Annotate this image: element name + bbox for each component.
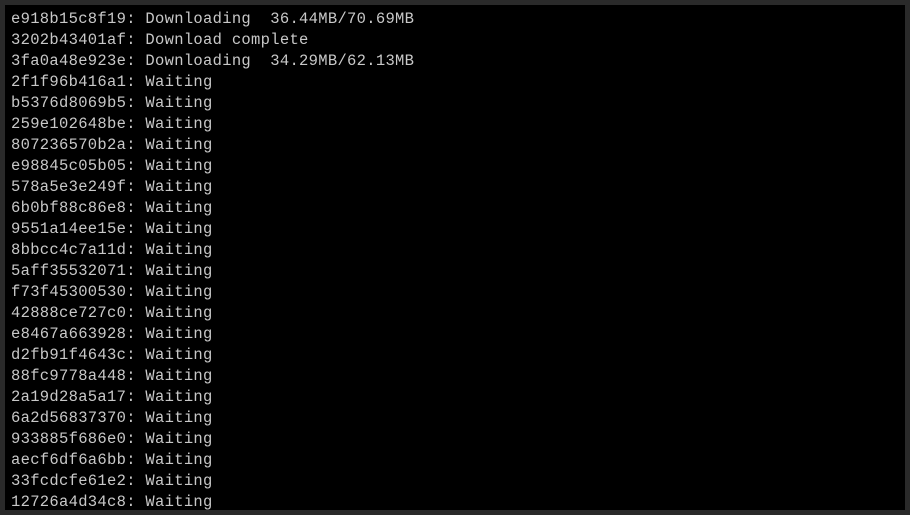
terminal-line: 33fcdcfe61e2: Waiting <box>11 471 899 492</box>
terminal-line: 2a19d28a5a17: Waiting <box>11 387 899 408</box>
terminal-line: 88fc9778a448: Waiting <box>11 366 899 387</box>
terminal-output: e918b15c8f19: Downloading 36.44MB/70.69M… <box>11 9 899 510</box>
terminal-line: e8467a663928: Waiting <box>11 324 899 345</box>
terminal-line: 8bbcc4c7a11d: Waiting <box>11 240 899 261</box>
terminal-line: 6a2d56837370: Waiting <box>11 408 899 429</box>
terminal-line: 3202b43401af: Download complete <box>11 30 899 51</box>
terminal-line: f73f45300530: Waiting <box>11 282 899 303</box>
terminal-line: 807236570b2a: Waiting <box>11 135 899 156</box>
terminal-line: b5376d8069b5: Waiting <box>11 93 899 114</box>
terminal-line: 6b0bf88c86e8: Waiting <box>11 198 899 219</box>
terminal-line: aecf6df6a6bb: Waiting <box>11 450 899 471</box>
terminal-line: e918b15c8f19: Downloading 36.44MB/70.69M… <box>11 9 899 30</box>
terminal-line: 9551a14ee15e: Waiting <box>11 219 899 240</box>
terminal-window[interactable]: e918b15c8f19: Downloading 36.44MB/70.69M… <box>5 5 905 510</box>
terminal-line: 933885f686e0: Waiting <box>11 429 899 450</box>
terminal-line: 578a5e3e249f: Waiting <box>11 177 899 198</box>
terminal-line: 2f1f96b416a1: Waiting <box>11 72 899 93</box>
terminal-line: 42888ce727c0: Waiting <box>11 303 899 324</box>
terminal-line: 12726a4d34c8: Waiting <box>11 492 899 510</box>
terminal-line: 3fa0a48e923e: Downloading 34.29MB/62.13M… <box>11 51 899 72</box>
terminal-line: 5aff35532071: Waiting <box>11 261 899 282</box>
terminal-line: 259e102648be: Waiting <box>11 114 899 135</box>
terminal-line: d2fb91f4643c: Waiting <box>11 345 899 366</box>
terminal-line: e98845c05b05: Waiting <box>11 156 899 177</box>
